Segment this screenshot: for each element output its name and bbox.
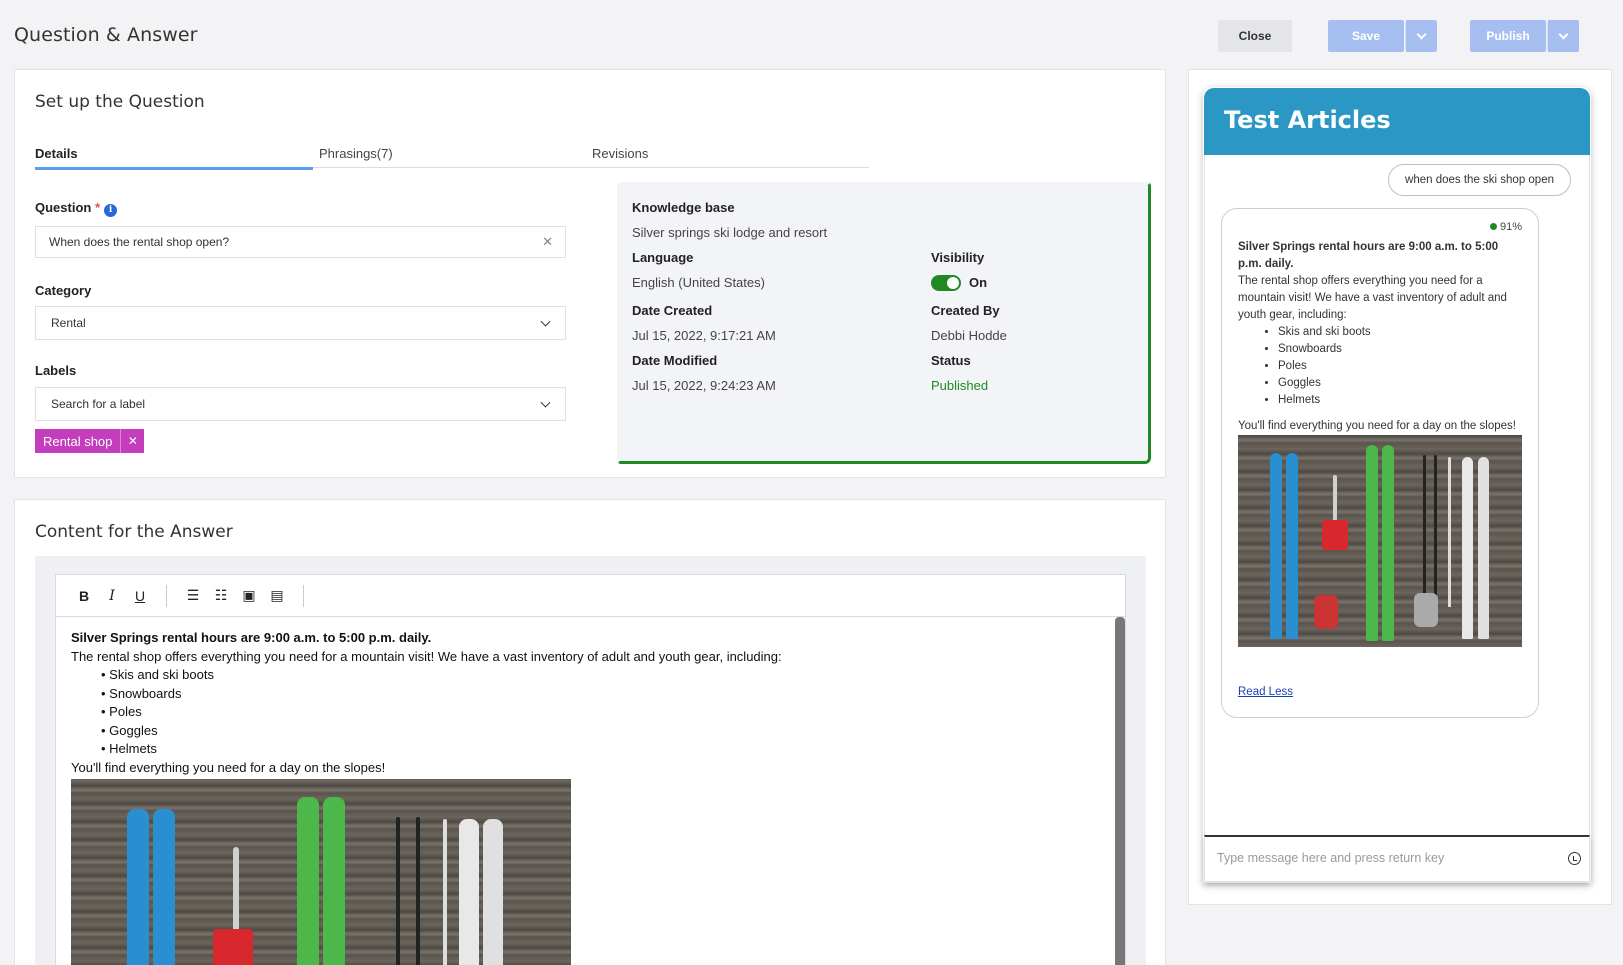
bold-button[interactable]: B — [70, 588, 98, 604]
question-label-text: Question — [35, 200, 92, 215]
date-modified-value: Jul 15, 2022, 9:24:23 AM — [632, 378, 776, 393]
bulleted-list-icon[interactable]: ☰ — [179, 587, 207, 604]
confidence-value: 91% — [1499, 221, 1522, 233]
list-item: Snowboards — [1278, 341, 1522, 358]
bot-list: Skis and ski boots Snowboards Poles Gogg… — [1278, 324, 1522, 409]
visibility-toggle[interactable] — [931, 275, 961, 291]
toolbar-divider — [303, 584, 304, 607]
confidence-score: 91% — [1489, 219, 1522, 236]
list-item: Skis and ski boots — [1278, 324, 1522, 341]
bot-heading: Silver Springs rental hours are 9:00 a.m… — [1238, 241, 1499, 270]
video-icon[interactable]: ▤ — [263, 587, 291, 604]
bot-message: 91% Silver Springs rental hours are 9:00… — [1221, 208, 1539, 718]
labels-label: Labels — [35, 363, 77, 378]
category-value: Rental — [51, 316, 86, 330]
rich-text-editor[interactable]: B I U ☰ ☷ ▣ ▤ Silver Springs rental hour… — [55, 574, 1126, 965]
setup-card: Set up the Question Details Phrasings(7)… — [14, 69, 1166, 478]
language-label: Language — [632, 250, 694, 265]
chat-message-input[interactable]: Type message here and press return key — [1204, 835, 1590, 882]
image-icon[interactable]: ▣ — [235, 587, 263, 604]
list-item: Goggles — [1278, 375, 1522, 392]
answer-list: Skis and ski boots Snowboards Poles Gogg… — [101, 666, 1110, 759]
answer-card: Content for the Answer B I U ☰ ☷ ▣ ▤ Sil… — [14, 499, 1166, 965]
answer-intro: The rental shop offers everything you ne… — [71, 648, 782, 664]
visibility-label: Visibility — [931, 250, 985, 265]
category-select[interactable]: Rental — [35, 306, 566, 340]
save-button[interactable]: Save — [1328, 20, 1404, 52]
status-label: Status — [931, 353, 971, 368]
date-modified-label: Date Modified — [632, 353, 718, 368]
ski-gear-image — [1238, 435, 1522, 647]
date-created-value: Jul 15, 2022, 9:17:21 AM — [632, 328, 776, 343]
chevron-down-icon — [540, 397, 551, 408]
numbered-list-icon[interactable]: ☷ — [207, 587, 235, 604]
label-chip: Rental shop ✕ — [35, 429, 145, 453]
label-chip-text: Rental shop — [35, 429, 121, 453]
clear-icon[interactable]: ✕ — [542, 234, 553, 250]
publish-button[interactable]: Publish — [1470, 20, 1546, 52]
list-item: Goggles — [101, 722, 1110, 741]
tab-bar: Details Phrasings(7) Revisions — [35, 146, 869, 170]
labels-placeholder: Search for a label — [51, 397, 146, 411]
required-marker: * — [94, 200, 101, 215]
toolbar-divider — [166, 584, 167, 607]
editor-scrollbar[interactable] — [1115, 617, 1125, 965]
italic-button[interactable]: I — [98, 588, 126, 604]
tab-phrasings[interactable]: Phrasings(7) — [319, 146, 393, 167]
created-by-value: Debbi Hodde — [931, 328, 1007, 343]
created-by-label: Created By — [931, 303, 1000, 318]
category-label: Category — [35, 283, 92, 298]
list-item: Poles — [101, 703, 1110, 722]
read-less-link[interactable]: Read Less — [1238, 684, 1293, 701]
status-value: Published — [931, 378, 989, 393]
chat-messages[interactable]: when does the ski shop open 91% Silver S… — [1204, 155, 1590, 835]
date-created-label: Date Created — [632, 303, 713, 318]
answer-outro: You'll find everything you need for a da… — [71, 759, 386, 775]
article-info-panel: Knowledge base Silver springs ski lodge … — [617, 182, 1151, 464]
publish-options-button[interactable] — [1547, 20, 1579, 52]
save-options-button[interactable] — [1405, 20, 1437, 52]
list-item: Skis and ski boots — [101, 666, 1110, 685]
question-input-value: When does the rental shop open? — [49, 235, 230, 249]
labels-search-input[interactable]: Search for a label — [35, 387, 566, 421]
editor-content[interactable]: Silver Springs rental hours are 9:00 a.m… — [56, 617, 1125, 965]
language-value: English (United States) — [632, 275, 765, 290]
ski-gear-image — [71, 779, 571, 965]
close-button[interactable]: Close — [1218, 20, 1292, 52]
kb-label: Knowledge base — [632, 200, 735, 215]
visibility-value: On — [969, 275, 988, 290]
editor-area: B I U ☰ ☷ ▣ ▤ Silver Springs rental hour… — [35, 556, 1146, 965]
tab-revisions[interactable]: Revisions — [592, 146, 648, 167]
chevron-down-icon — [540, 316, 551, 327]
chevron-down-icon — [1416, 29, 1427, 39]
bot-outro: You'll find everything you need for a da… — [1238, 420, 1516, 432]
question-input[interactable]: When does the rental shop open? ✕ — [35, 226, 566, 258]
chevron-down-icon — [1558, 29, 1569, 39]
status-dot-icon — [1489, 223, 1497, 230]
remove-chip-icon[interactable]: ✕ — [120, 429, 145, 453]
answer-heading: Silver Springs rental hours are 9:00 a.m… — [71, 630, 432, 645]
timer-icon[interactable] — [1568, 852, 1581, 865]
tab-details[interactable]: Details — [35, 146, 313, 170]
user-message: when does the ski shop open — [1388, 164, 1571, 196]
chat-title: Test Articles — [1204, 88, 1590, 155]
list-item: Helmets — [1278, 392, 1522, 409]
underline-button[interactable]: U — [126, 588, 154, 604]
info-icon[interactable]: i — [104, 204, 118, 217]
list-item: Snowboards — [101, 685, 1110, 704]
editor-toolbar: B I U ☰ ☷ ▣ ▤ — [56, 575, 1125, 617]
question-label: Question * i — [35, 200, 118, 217]
chat-input-placeholder: Type message here and press return key — [1217, 851, 1445, 865]
section-title: Content for the Answer — [35, 522, 233, 542]
kb-value: Silver springs ski lodge and resort — [632, 225, 828, 240]
page-title: Question & Answer — [14, 24, 198, 46]
section-title: Set up the Question — [35, 92, 205, 112]
bot-intro: The rental shop offers everything you ne… — [1238, 275, 1507, 321]
list-item: Poles — [1278, 358, 1522, 375]
list-item: Helmets — [101, 740, 1110, 759]
